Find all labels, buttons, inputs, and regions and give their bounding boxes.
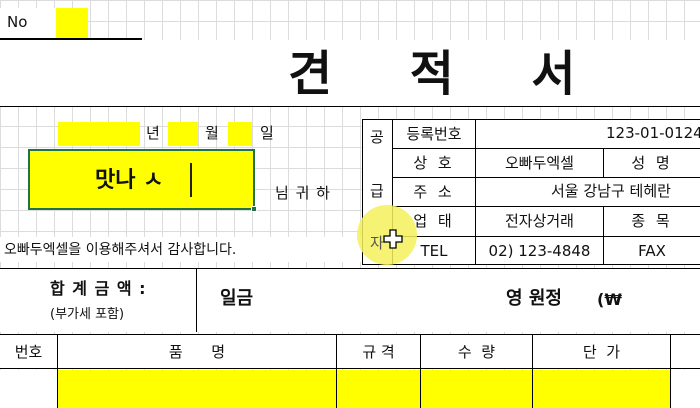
page-title: 견 적 서	[288, 46, 576, 102]
fax-label: FAX	[638, 241, 666, 260]
table-row-item-name-cell[interactable]	[58, 370, 336, 408]
month-cell[interactable]	[168, 122, 198, 146]
trade-label: 상 호	[413, 153, 455, 172]
fill-handle[interactable]	[251, 206, 257, 212]
address-label: 주 소	[413, 182, 455, 201]
recipient-name: 맛나 ㅅ	[95, 168, 164, 193]
reg-label: 등록번호	[406, 124, 462, 143]
col-header-item-name[interactable]: 품 명	[58, 336, 336, 369]
title-divider	[0, 106, 700, 107]
year-cell[interactable]	[58, 122, 140, 146]
col-header-quantity[interactable]: 수 량	[421, 336, 532, 369]
supplier-side-label-3: 자	[370, 234, 384, 252]
ceo-label: 성 명	[631, 153, 673, 172]
business-type-value[interactable]: 전자상거래	[476, 207, 603, 236]
total-suffix: 영 원정	[506, 288, 562, 309]
day-label: 일	[260, 124, 274, 142]
cell-cursor-icon	[383, 229, 403, 249]
total-prefix: 일금	[220, 288, 254, 309]
table-row-unit-price-cell[interactable]	[533, 370, 670, 408]
reg-value[interactable]: 123-01-0124	[606, 126, 700, 141]
no-value-cell[interactable]	[56, 8, 88, 38]
address-value[interactable]: 서울 강남구 테헤란	[551, 184, 671, 199]
recipient-honorific: 님 귀 하	[275, 184, 331, 202]
col-header-unit-price[interactable]: 단 가	[533, 336, 670, 369]
table-row-number-cell[interactable]	[0, 370, 57, 408]
total-currency: (₩	[597, 290, 622, 309]
text-caret	[190, 163, 192, 197]
year-label: 년	[146, 124, 160, 142]
day-cell[interactable]	[228, 122, 252, 146]
tel-value[interactable]: 02) 123-4848	[476, 237, 603, 265]
business-item-label: 종 목	[631, 212, 673, 230]
total-divider	[196, 268, 197, 332]
table-row-quantity-cell[interactable]	[421, 370, 532, 408]
thanks-message: 오빠두엑셀을 이용해주셔서 감사합니다.	[4, 242, 237, 258]
no-label: No	[7, 13, 28, 31]
table-row-extra-cell[interactable]	[671, 370, 700, 408]
trade-value[interactable]: 오빠두엑셀	[476, 149, 603, 177]
supplier-side-label-1: 공	[370, 128, 384, 146]
month-label: 월	[205, 124, 219, 142]
col-header-number[interactable]: 번호	[0, 336, 57, 369]
vat-note: (부가세 포함)	[50, 307, 125, 322]
col-header-spec[interactable]: 규 격	[337, 336, 420, 369]
supplier-side-label-2: 급	[370, 182, 384, 200]
total-label: 합 계 금 액 :	[50, 279, 147, 298]
table-row-spec-cell[interactable]	[337, 370, 420, 408]
total-section	[0, 268, 700, 332]
